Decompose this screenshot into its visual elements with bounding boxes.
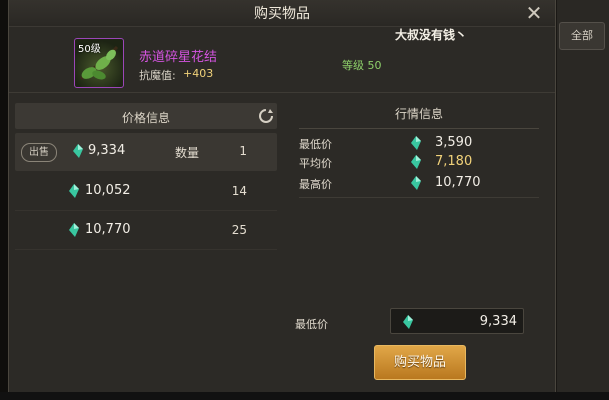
item-icon[interactable]: 50级: [74, 38, 124, 88]
market-min-label: 最低价: [299, 138, 332, 151]
buy-item-window: 购买物品 ✕ 大叔没有钱丶 50级 赤道碎星花结 抗魔值: +403 等级 50…: [8, 0, 556, 400]
row-divider: [15, 249, 277, 250]
listing-price: 10,770: [85, 222, 131, 237]
divider: [9, 92, 555, 93]
bottom-strip: [0, 392, 609, 400]
background-right-panel: 全部: [557, 0, 609, 400]
gem-icon: [411, 136, 421, 150]
market-bottom-line: [299, 197, 539, 198]
sell-badge: 出售: [21, 143, 57, 162]
gem-icon: [69, 184, 79, 198]
gem-icon: [73, 144, 83, 158]
gem-icon: [411, 155, 421, 169]
purchase-price-value: 9,334: [479, 314, 517, 329]
market-max-value: 10,770: [435, 175, 481, 190]
item-stat-label: 抗魔值:: [139, 69, 176, 82]
market-avg-label: 平均价: [299, 157, 332, 170]
quantity-label: 数量: [175, 146, 200, 160]
item-name: 赤道碎星花结: [139, 50, 218, 65]
side-tab-all[interactable]: 全部: [559, 22, 605, 50]
item-grade: 等级 50: [342, 59, 382, 72]
listing-price: 10,052: [85, 183, 131, 198]
title-bar: 购买物品 ✕: [9, 0, 555, 27]
price-info-header: 价格信息: [15, 103, 277, 129]
listing-row-1[interactable]: 出售 9,334 数量 1: [15, 133, 277, 171]
market-header-line: [299, 128, 539, 129]
close-icon[interactable]: ✕: [523, 2, 545, 24]
market-min-value: 3,590: [435, 135, 473, 150]
listing-quantity: 25: [231, 223, 247, 237]
gem-icon: [69, 223, 79, 237]
listing-row-2[interactable]: 10,052 14: [15, 172, 277, 210]
listing-row-3[interactable]: 10,770 25: [15, 211, 277, 249]
window-title: 购买物品: [254, 6, 310, 22]
market-avg-value: 7,180: [435, 154, 473, 169]
market-info-title: 行情信息: [394, 107, 443, 121]
item-level-badge: 50级: [78, 44, 101, 55]
listing-quantity: 1: [239, 144, 247, 158]
gem-icon: [403, 315, 413, 329]
purchase-price-label: 最低价: [295, 318, 328, 331]
listing-price: 9,334: [88, 143, 126, 158]
market-max-label: 最高价: [299, 178, 332, 191]
price-info-title: 价格信息: [121, 111, 170, 125]
item-stat-value: +403: [183, 67, 214, 80]
seller-name: 大叔没有钱丶: [395, 28, 468, 42]
gem-icon: [411, 176, 421, 190]
listing-quantity: 14: [231, 184, 247, 198]
buy-item-button[interactable]: 购买物品: [374, 345, 466, 380]
purchase-price-field[interactable]: 9,334: [390, 308, 524, 334]
refresh-icon[interactable]: [257, 107, 275, 125]
